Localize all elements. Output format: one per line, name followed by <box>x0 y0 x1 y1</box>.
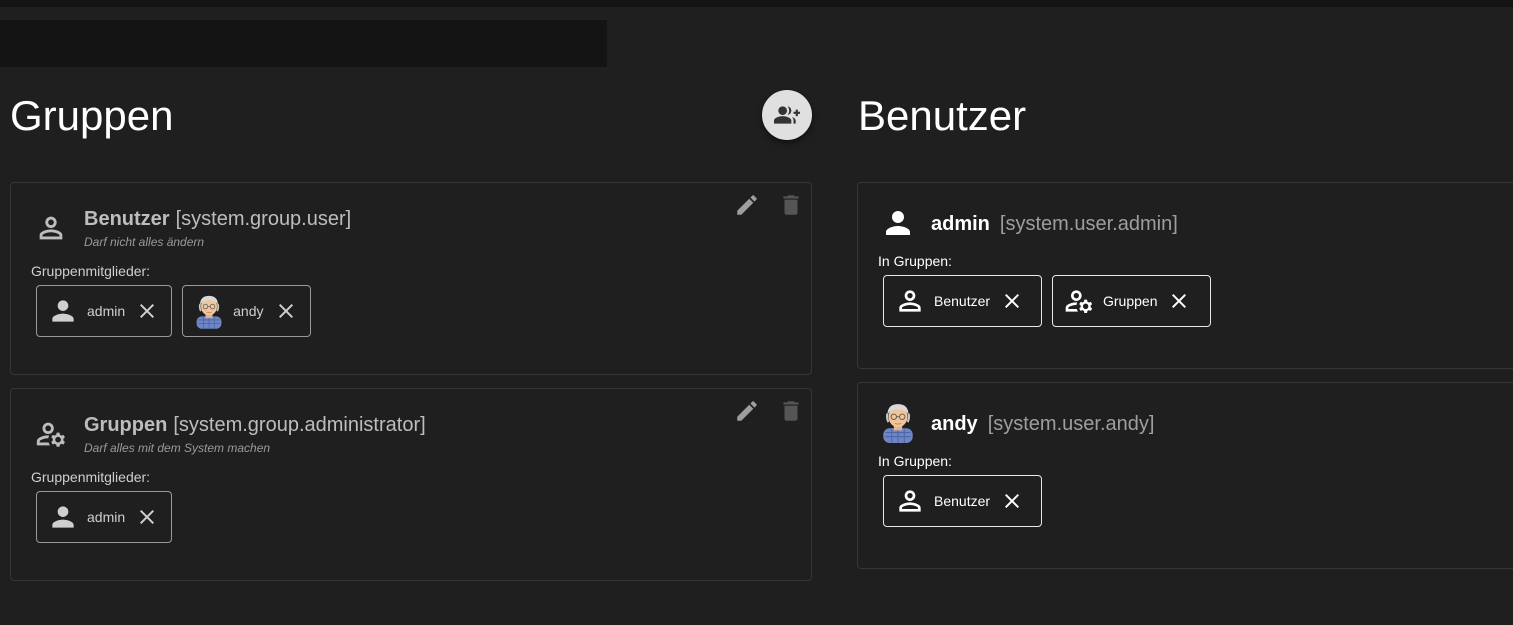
close-icon <box>135 299 159 323</box>
avatar <box>879 401 917 443</box>
group-chip-gruppen: Gruppen <box>1052 275 1211 327</box>
user-name: andy <box>931 413 978 435</box>
group-name: Gruppen <box>84 414 168 436</box>
avatar <box>193 295 225 327</box>
group-name: Benutzer <box>84 208 170 230</box>
remove-group-button[interactable] <box>1167 289 1191 313</box>
user-ident: [system.user.andy] <box>987 413 1155 435</box>
group-label: Gruppen <box>1103 293 1158 309</box>
remove-group-button[interactable] <box>1000 289 1024 313</box>
group-description: Darf alles mit dem System machen <box>84 441 271 455</box>
remove-member-button[interactable] <box>135 299 159 323</box>
members-list: admin andy <box>36 285 311 337</box>
members-list: admin <box>36 491 173 543</box>
members-label: Gruppenmitglieder: <box>31 263 151 279</box>
remove-group-button[interactable] <box>1000 489 1024 513</box>
add-group-button[interactable] <box>762 90 812 140</box>
groups-list: Benutzer <box>883 475 1042 527</box>
delete-icon <box>778 192 804 218</box>
tab-bar <box>0 20 607 67</box>
close-icon <box>135 505 159 529</box>
user-card-andy: andy [system.user.andy] In Gruppen: Benut… <box>857 382 1513 569</box>
member-label: admin <box>87 509 126 525</box>
users-title: Benutzer <box>858 92 1027 139</box>
close-icon <box>1000 489 1024 513</box>
group-chip-benutzer: Benutzer <box>883 275 1042 327</box>
member-chip-admin: admin <box>36 491 173 543</box>
member-label: admin <box>87 303 126 319</box>
group-description: Darf nicht alles ändern <box>84 235 205 249</box>
user-card-admin: admin [system.user.admin] In Gruppen: Ben… <box>857 182 1513 369</box>
group-add-icon <box>774 102 800 128</box>
group-label: Benutzer <box>934 493 991 509</box>
groups-title: Gruppen <box>10 92 174 139</box>
top-bar <box>0 0 1513 7</box>
close-icon <box>1167 289 1191 313</box>
edit-icon <box>734 192 760 218</box>
remove-member-button[interactable] <box>135 505 159 529</box>
edit-group-button[interactable] <box>733 191 761 219</box>
user-header: admin [system.user.admin] <box>931 213 1178 236</box>
delete-group-button[interactable] <box>777 397 805 425</box>
user-ident: [system.user.admin] <box>999 213 1178 235</box>
group-chip-benutzer: Benutzer <box>883 475 1042 527</box>
members-label: Gruppenmitglieder: <box>31 469 151 485</box>
groups-label: In Gruppen: <box>878 453 952 469</box>
group-header: Gruppen [system.group.administrator] Darf… <box>84 414 426 455</box>
groups-list: Benutzer Gruppen <box>883 275 1211 327</box>
person-icon <box>47 501 79 533</box>
person-icon <box>880 205 916 241</box>
group-header: Benutzer [system.group.user] Darf nicht a… <box>84 208 351 249</box>
close-icon <box>274 299 298 323</box>
group-ident: [system.group.user] <box>175 208 352 230</box>
remove-member-button[interactable] <box>274 299 298 323</box>
person-outline-icon <box>894 285 926 317</box>
person-outline-icon <box>894 485 926 517</box>
group-label: Benutzer <box>934 293 991 309</box>
group-ident: [system.group.administrator] <box>173 414 426 436</box>
person-outline-icon <box>34 211 68 245</box>
delete-group-button[interactable] <box>777 191 805 219</box>
group-card-gruppen: Gruppen [system.group.administrator] Darf… <box>10 388 812 581</box>
group-card-benutzer: Benutzer [system.group.user] Darf nicht a… <box>10 182 812 375</box>
edit-icon <box>734 398 760 424</box>
member-chip-andy: andy <box>182 285 311 337</box>
user-header: andy [system.user.andy] <box>931 413 1154 436</box>
manage-accounts-icon <box>34 417 68 451</box>
close-icon <box>1000 289 1024 313</box>
member-label: andy <box>233 303 264 319</box>
person-icon <box>47 295 79 327</box>
user-name: admin <box>931 213 990 235</box>
edit-group-button[interactable] <box>733 397 761 425</box>
groups-label: In Gruppen: <box>878 253 952 269</box>
delete-icon <box>778 398 804 424</box>
manage-accounts-icon <box>1063 285 1095 317</box>
member-chip-admin: admin <box>36 285 173 337</box>
